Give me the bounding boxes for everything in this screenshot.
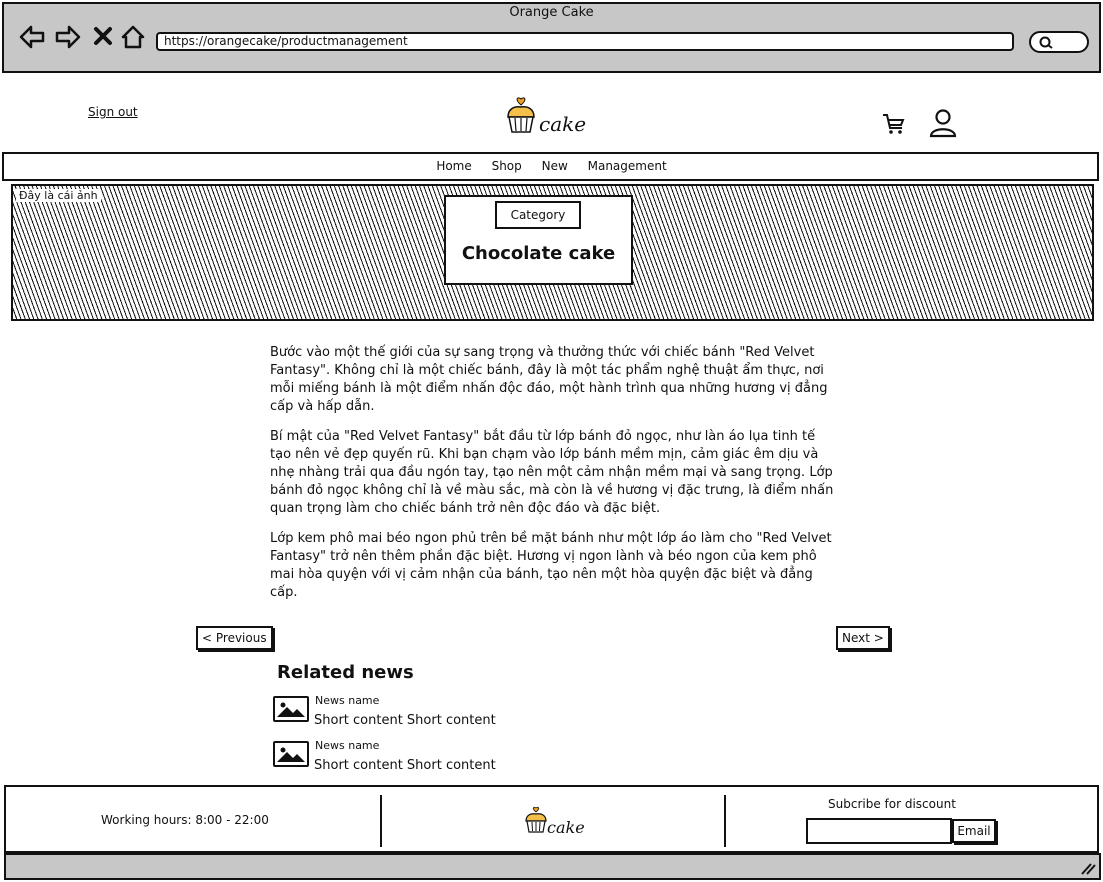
logo-text: cake xyxy=(539,112,587,136)
nav-items: Home Shop New Management xyxy=(0,159,1103,173)
image-icon xyxy=(273,696,309,722)
search-icon xyxy=(1039,36,1053,49)
nav-home[interactable]: Home xyxy=(436,159,471,173)
cart-icon[interactable] xyxy=(881,112,907,136)
arrow-left-icon[interactable] xyxy=(18,24,46,50)
window-title: Orange Cake xyxy=(509,5,594,20)
email-field[interactable] xyxy=(806,818,952,844)
article-paragraph: Bước vào một thế giới của sự sang trọng … xyxy=(270,345,828,414)
previous-button[interactable]: < Previous xyxy=(196,626,273,650)
x-icon[interactable] xyxy=(93,26,113,46)
status-bar xyxy=(4,853,1101,880)
footer-divider xyxy=(724,795,726,847)
email-button[interactable]: Email xyxy=(952,819,996,843)
subscribe-label: Subcribe for discount xyxy=(828,797,956,811)
article-body: Bước vào một thế giới của sự sang trọng … xyxy=(270,344,835,614)
user-icon[interactable] xyxy=(929,108,957,138)
next-button[interactable]: Next > xyxy=(836,626,890,650)
nav-management[interactable]: Management xyxy=(588,159,667,173)
cupcake-logo-icon xyxy=(507,97,535,133)
browser-search[interactable] xyxy=(1029,31,1089,53)
image-icon xyxy=(273,741,309,767)
banner-image-label: Đây là cái ảnh xyxy=(16,189,101,202)
address-bar[interactable]: https://orangecake/productmanagement xyxy=(156,32,1014,51)
news-name[interactable]: News name xyxy=(315,694,379,707)
sign-out-link[interactable]: Sign out xyxy=(88,105,138,119)
footer-divider xyxy=(380,795,382,847)
footer-logo-text: cake xyxy=(547,818,585,837)
working-hours: Working hours: 8:00 - 22:00 xyxy=(101,813,269,827)
article-paragraph: Bí mật của "Red Velvet Fantasy" bắt đầu … xyxy=(270,429,834,516)
category-button[interactable]: Category xyxy=(495,201,581,229)
news-short-content: Short content Short content xyxy=(314,758,496,773)
home-icon[interactable] xyxy=(120,24,146,50)
related-news-title: Related news xyxy=(277,662,414,683)
nav-new[interactable]: New xyxy=(542,159,568,173)
news-name[interactable]: News name xyxy=(315,739,379,752)
resize-handle-icon[interactable] xyxy=(1078,861,1096,875)
news-short-content: Short content Short content xyxy=(314,713,496,728)
nav-shop[interactable]: Shop xyxy=(492,159,522,173)
cupcake-logo-icon xyxy=(525,806,547,833)
arrow-right-icon[interactable] xyxy=(54,24,82,50)
page-title: Chocolate cake xyxy=(461,243,616,264)
article-paragraph: Lớp kem phô mai béo ngon phủ trên bề mặt… xyxy=(270,531,832,600)
